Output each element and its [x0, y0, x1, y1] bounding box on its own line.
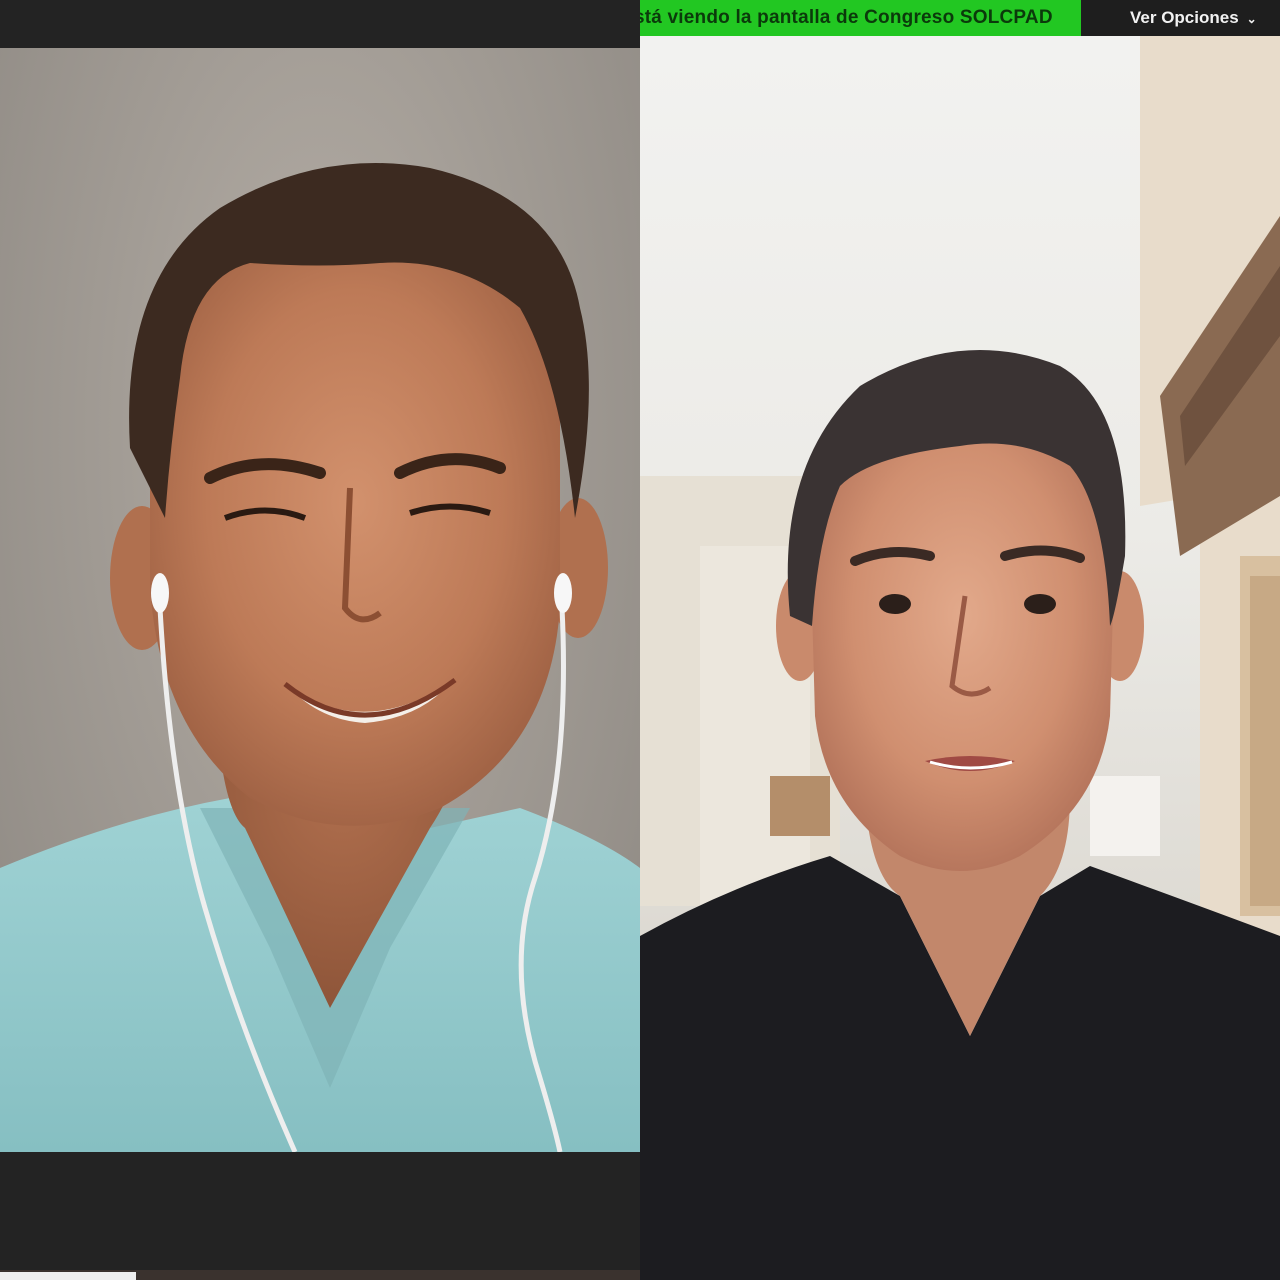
screen-share-banner: stá viendo la pantalla de Congreso SOLCP…: [640, 0, 1081, 36]
right-participant-image: [640, 36, 1280, 1280]
left-participant-panel: [0, 0, 640, 1280]
view-options-label: Ver Opciones: [1130, 8, 1239, 27]
screen-share-bar: stá viendo la pantalla de Congreso SOLCP…: [640, 0, 1280, 36]
left-bottom-highlight: [0, 1272, 136, 1280]
right-participant-panel: [640, 0, 1280, 1280]
screen-share-text: stá viendo la pantalla de Congreso SOLCP…: [640, 7, 1053, 28]
right-participant-video[interactable]: [640, 36, 1280, 1280]
left-participant-image: [0, 163, 640, 1152]
chevron-down-icon: ⌄: [1246, 12, 1257, 26]
left-bottom-bar: [0, 1152, 640, 1280]
left-top-bar: [0, 0, 640, 48]
left-participant-video[interactable]: [0, 48, 640, 1152]
view-options-button[interactable]: Ver Opciones ⌄: [1130, 0, 1257, 36]
